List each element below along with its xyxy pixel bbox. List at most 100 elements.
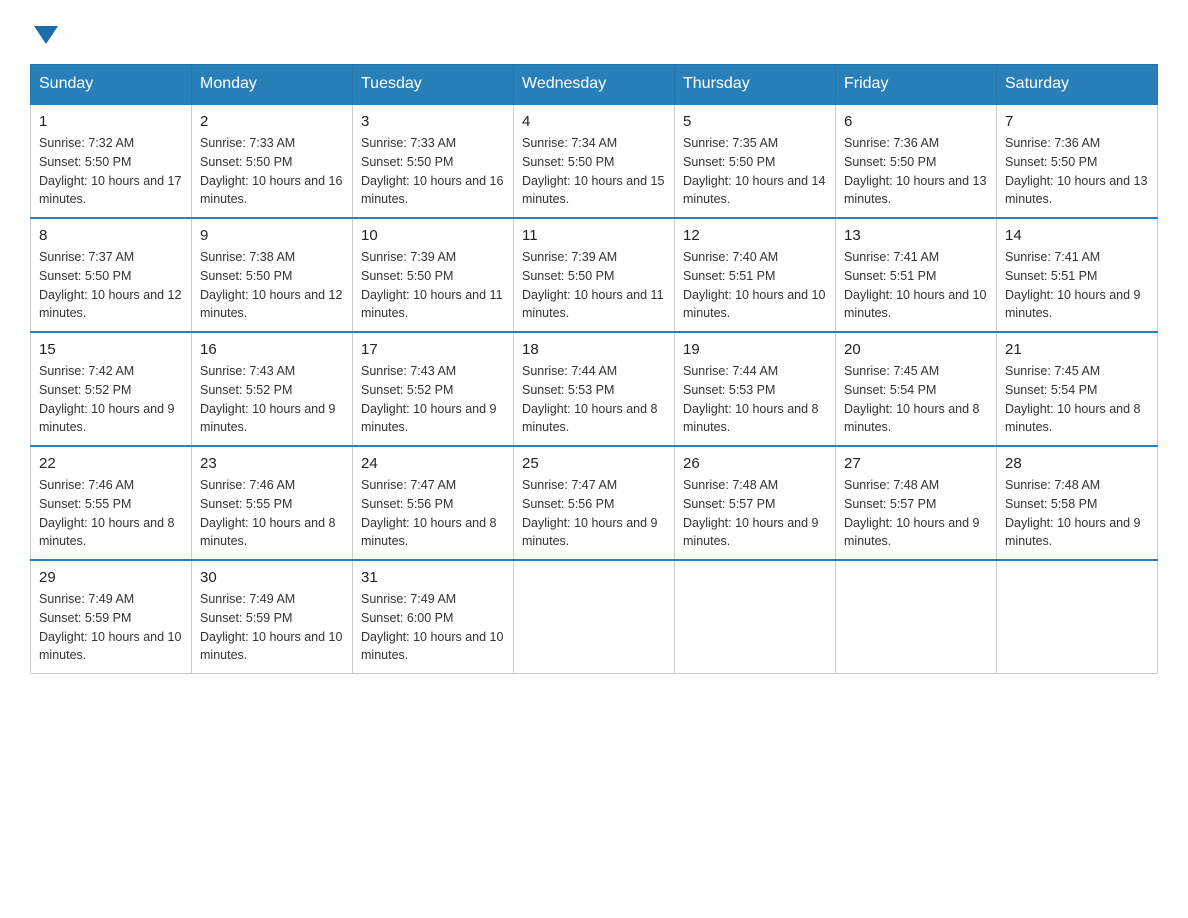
day-info: Sunrise: 7:39 AMSunset: 5:50 PMDaylight:… — [361, 248, 505, 323]
calendar-table: SundayMondayTuesdayWednesdayThursdayFrid… — [30, 64, 1158, 674]
day-cell-20: 20 Sunrise: 7:45 AMSunset: 5:54 PMDayligh… — [836, 332, 997, 446]
day-number: 5 — [683, 113, 827, 130]
day-info: Sunrise: 7:44 AMSunset: 5:53 PMDaylight:… — [522, 362, 666, 437]
day-info: Sunrise: 7:47 AMSunset: 5:56 PMDaylight:… — [361, 476, 505, 551]
day-info: Sunrise: 7:45 AMSunset: 5:54 PMDaylight:… — [844, 362, 988, 437]
day-cell-4: 4 Sunrise: 7:34 AMSunset: 5:50 PMDaylight… — [514, 104, 675, 218]
day-cell-17: 17 Sunrise: 7:43 AMSunset: 5:52 PMDayligh… — [353, 332, 514, 446]
day-info: Sunrise: 7:37 AMSunset: 5:50 PMDaylight:… — [39, 248, 183, 323]
week-row-3: 15Sunrise: 7:42 AMSunset: 5:52 PMDayligh… — [31, 332, 1158, 446]
day-cell-5: 5 Sunrise: 7:35 AMSunset: 5:50 PMDaylight… — [675, 104, 836, 218]
day-number: 21 — [1005, 341, 1149, 358]
day-info: Sunrise: 7:40 AMSunset: 5:51 PMDaylight:… — [683, 248, 827, 323]
day-cell-31: 31Sunrise: 7:49 AMSunset: 6:00 PMDayligh… — [353, 560, 514, 674]
day-cell-16: 16 Sunrise: 7:43 AMSunset: 5:52 PMDayligh… — [192, 332, 353, 446]
day-number: 13 — [844, 227, 988, 244]
empty-cell — [514, 560, 675, 674]
day-number: 18 — [522, 341, 666, 358]
day-number: 10 — [361, 227, 505, 244]
day-info: Sunrise: 7:39 AMSunset: 5:50 PMDaylight:… — [522, 248, 666, 323]
day-number: 24 — [361, 455, 505, 472]
day-number: 27 — [844, 455, 988, 472]
day-header-monday: Monday — [192, 65, 353, 105]
day-info: Sunrise: 7:43 AMSunset: 5:52 PMDaylight:… — [200, 362, 344, 437]
day-cell-30: 30 Sunrise: 7:49 AMSunset: 5:59 PMDayligh… — [192, 560, 353, 674]
day-cell-1: 1Sunrise: 7:32 AMSunset: 5:50 PMDaylight… — [31, 104, 192, 218]
day-number: 4 — [522, 113, 666, 130]
day-header-thursday: Thursday — [675, 65, 836, 105]
day-header-wednesday: Wednesday — [514, 65, 675, 105]
page-header — [30, 20, 1158, 44]
day-cell-7: 7Sunrise: 7:36 AMSunset: 5:50 PMDaylight… — [997, 104, 1158, 218]
day-cell-29: 29 Sunrise: 7:49 AMSunset: 5:59 PMDayligh… — [31, 560, 192, 674]
day-number: 9 — [200, 227, 344, 244]
day-header-saturday: Saturday — [997, 65, 1158, 105]
day-cell-3: 3 Sunrise: 7:33 AMSunset: 5:50 PMDaylight… — [353, 104, 514, 218]
day-cell-10: 10 Sunrise: 7:39 AMSunset: 5:50 PMDayligh… — [353, 218, 514, 332]
day-cell-21: 21 Sunrise: 7:45 AMSunset: 5:54 PMDayligh… — [997, 332, 1158, 446]
day-number: 26 — [683, 455, 827, 472]
day-number: 11 — [522, 227, 666, 244]
day-number: 19 — [683, 341, 827, 358]
day-info: Sunrise: 7:41 AMSunset: 5:51 PMDaylight:… — [1005, 248, 1149, 323]
empty-cell — [997, 560, 1158, 674]
day-cell-2: 2 Sunrise: 7:33 AMSunset: 5:50 PMDaylight… — [192, 104, 353, 218]
header-row: SundayMondayTuesdayWednesdayThursdayFrid… — [31, 65, 1158, 105]
day-cell-28: 28Sunrise: 7:48 AMSunset: 5:58 PMDayligh… — [997, 446, 1158, 560]
day-info: Sunrise: 7:33 AMSunset: 5:50 PMDaylight:… — [361, 134, 505, 209]
day-number: 2 — [200, 113, 344, 130]
week-row-1: 1Sunrise: 7:32 AMSunset: 5:50 PMDaylight… — [31, 104, 1158, 218]
day-info: Sunrise: 7:47 AMSunset: 5:56 PMDaylight:… — [522, 476, 666, 551]
day-number: 6 — [844, 113, 988, 130]
day-cell-6: 6 Sunrise: 7:36 AMSunset: 5:50 PMDaylight… — [836, 104, 997, 218]
day-number: 30 — [200, 569, 344, 586]
day-info: Sunrise: 7:48 AMSunset: 5:57 PMDaylight:… — [683, 476, 827, 551]
day-info: Sunrise: 7:48 AMSunset: 5:57 PMDaylight:… — [844, 476, 988, 551]
day-number: 23 — [200, 455, 344, 472]
day-header-tuesday: Tuesday — [353, 65, 514, 105]
week-row-5: 29 Sunrise: 7:49 AMSunset: 5:59 PMDayligh… — [31, 560, 1158, 674]
day-info: Sunrise: 7:33 AMSunset: 5:50 PMDaylight:… — [200, 134, 344, 209]
day-number: 3 — [361, 113, 505, 130]
day-info: Sunrise: 7:35 AMSunset: 5:50 PMDaylight:… — [683, 134, 827, 209]
day-info: Sunrise: 7:48 AMSunset: 5:58 PMDaylight:… — [1005, 476, 1149, 551]
day-cell-12: 12 Sunrise: 7:40 AMSunset: 5:51 PMDayligh… — [675, 218, 836, 332]
day-info: Sunrise: 7:43 AMSunset: 5:52 PMDaylight:… — [361, 362, 505, 437]
day-cell-22: 22Sunrise: 7:46 AMSunset: 5:55 PMDayligh… — [31, 446, 192, 560]
day-info: Sunrise: 7:45 AMSunset: 5:54 PMDaylight:… — [1005, 362, 1149, 437]
day-cell-23: 23 Sunrise: 7:46 AMSunset: 5:55 PMDayligh… — [192, 446, 353, 560]
day-header-friday: Friday — [836, 65, 997, 105]
day-cell-13: 13 Sunrise: 7:41 AMSunset: 5:51 PMDayligh… — [836, 218, 997, 332]
day-cell-25: 25Sunrise: 7:47 AMSunset: 5:56 PMDayligh… — [514, 446, 675, 560]
day-number: 16 — [200, 341, 344, 358]
empty-cell — [675, 560, 836, 674]
day-number: 1 — [39, 113, 183, 130]
day-cell-8: 8Sunrise: 7:37 AMSunset: 5:50 PMDaylight… — [31, 218, 192, 332]
day-cell-27: 27 Sunrise: 7:48 AMSunset: 5:57 PMDayligh… — [836, 446, 997, 560]
day-cell-15: 15Sunrise: 7:42 AMSunset: 5:52 PMDayligh… — [31, 332, 192, 446]
day-number: 7 — [1005, 113, 1149, 130]
day-info: Sunrise: 7:36 AMSunset: 5:50 PMDaylight:… — [844, 134, 988, 209]
day-number: 14 — [1005, 227, 1149, 244]
day-number: 12 — [683, 227, 827, 244]
day-info: Sunrise: 7:49 AMSunset: 6:00 PMDaylight:… — [361, 590, 505, 665]
day-info: Sunrise: 7:41 AMSunset: 5:51 PMDaylight:… — [844, 248, 988, 323]
day-number: 29 — [39, 569, 183, 586]
day-cell-11: 11 Sunrise: 7:39 AMSunset: 5:50 PMDayligh… — [514, 218, 675, 332]
day-cell-24: 24 Sunrise: 7:47 AMSunset: 5:56 PMDayligh… — [353, 446, 514, 560]
day-info: Sunrise: 7:42 AMSunset: 5:52 PMDaylight:… — [39, 362, 183, 437]
day-info: Sunrise: 7:49 AMSunset: 5:59 PMDaylight:… — [200, 590, 344, 665]
week-row-4: 22Sunrise: 7:46 AMSunset: 5:55 PMDayligh… — [31, 446, 1158, 560]
day-info: Sunrise: 7:34 AMSunset: 5:50 PMDaylight:… — [522, 134, 666, 209]
day-info: Sunrise: 7:46 AMSunset: 5:55 PMDaylight:… — [39, 476, 183, 551]
day-info: Sunrise: 7:38 AMSunset: 5:50 PMDaylight:… — [200, 248, 344, 323]
day-info: Sunrise: 7:49 AMSunset: 5:59 PMDaylight:… — [39, 590, 183, 665]
day-info: Sunrise: 7:46 AMSunset: 5:55 PMDaylight:… — [200, 476, 344, 551]
day-cell-18: 18 Sunrise: 7:44 AMSunset: 5:53 PMDayligh… — [514, 332, 675, 446]
empty-cell — [836, 560, 997, 674]
day-cell-26: 26 Sunrise: 7:48 AMSunset: 5:57 PMDayligh… — [675, 446, 836, 560]
day-number: 20 — [844, 341, 988, 358]
day-cell-9: 9 Sunrise: 7:38 AMSunset: 5:50 PMDaylight… — [192, 218, 353, 332]
day-number: 17 — [361, 341, 505, 358]
logo-arrow-icon — [34, 26, 58, 44]
